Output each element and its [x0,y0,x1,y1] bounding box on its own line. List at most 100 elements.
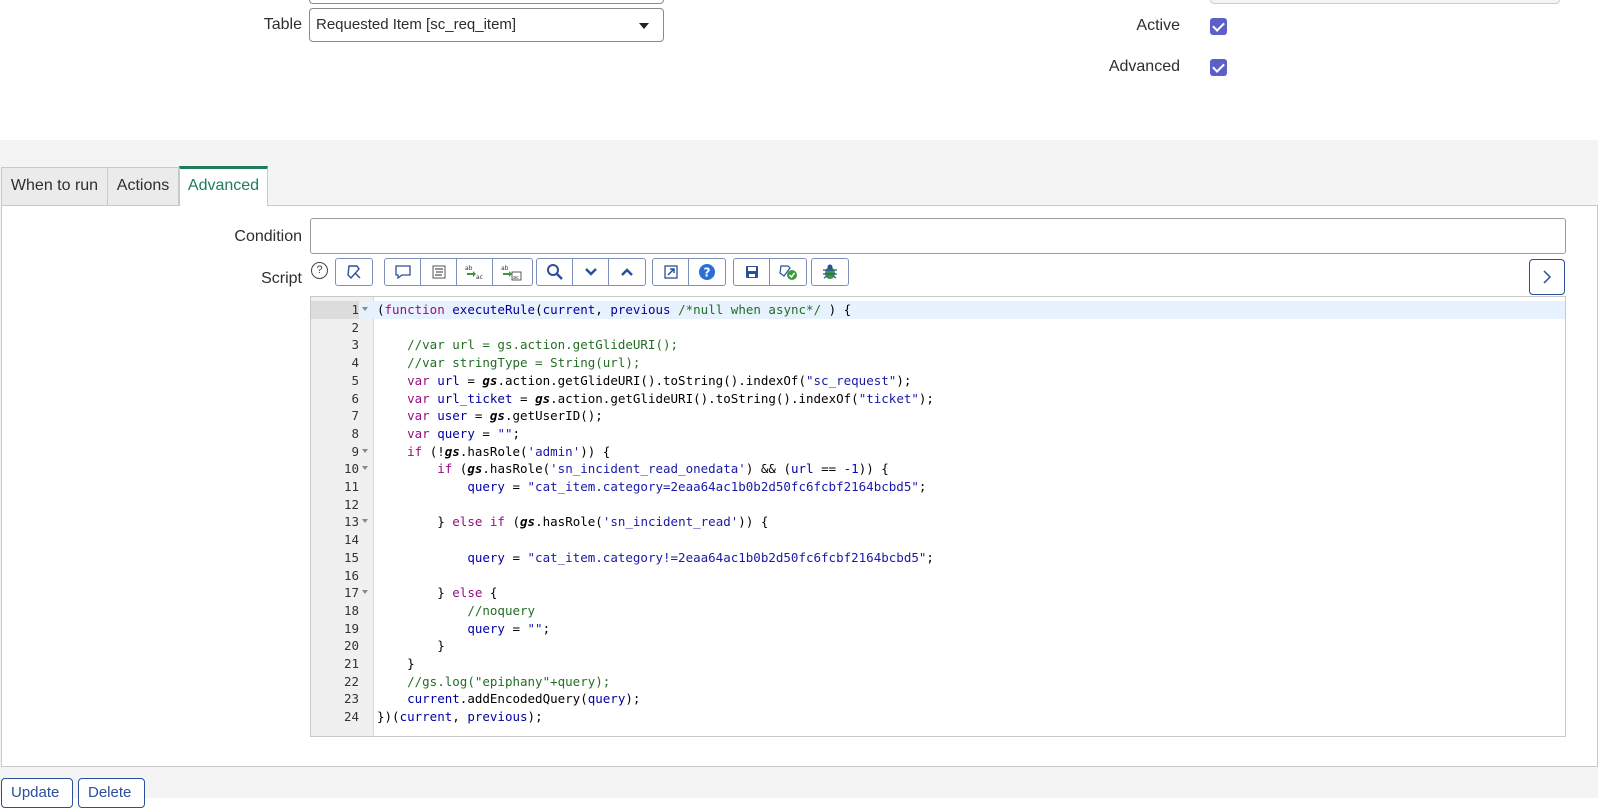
code-text: if (gs.hasRole('sn_incident_read_onedata… [437,461,889,477]
comment-icon[interactable] [385,259,421,285]
collapse-up-icon[interactable] [609,259,645,285]
code-line[interactable]: 14 [311,531,1565,549]
tab-when-to-run[interactable]: When to run [1,167,108,205]
table-label: Table [263,16,302,33]
search-icon[interactable] [537,259,573,285]
format-script-icon[interactable] [336,259,372,285]
line-number: 20 [343,638,359,654]
code-line[interactable]: 18 //noquery [311,602,1565,620]
field-above-table[interactable] [309,0,664,4]
svg-text:ab: ab [501,265,509,272]
code-line[interactable]: 13 } else if (gs.hasRole('sn_incident_re… [311,513,1565,531]
code-text: })(current, previous); [377,709,543,725]
table-select[interactable]: Requested Item [sc_req_item] [309,8,664,42]
code-line[interactable]: 20 } [311,637,1565,655]
advanced-label: Advanced [1108,58,1180,75]
form-header: Table Requested Item [sc_req_item] Activ… [0,0,1598,140]
code-line[interactable]: 1 (function executeRule(current, previous… [311,301,1565,319]
toolbar-group-4: ? [652,258,726,286]
debug-icon[interactable] [812,259,848,285]
code-line[interactable]: 17 } else { [311,584,1565,602]
tab-advanced[interactable]: Advanced [179,166,268,206]
code-text: (function executeRule(current, previous … [377,302,852,317]
line-number: 10 [343,461,359,477]
script-editor[interactable]: 1 (function executeRule(current, previous… [310,296,1566,737]
help-icon[interactable]: ? [689,259,725,285]
toolbar-group-5 [733,258,807,286]
line-number: 6 [351,390,359,406]
line-number: 24 [343,709,359,725]
field-above-active[interactable] [1210,0,1560,4]
check-syntax-icon[interactable] [770,259,806,285]
line-number: 3 [351,337,359,353]
line-number: 1 [311,301,359,319]
line-number: 14 [343,532,359,548]
expand-script-button[interactable] [1529,259,1565,295]
tab-actions[interactable]: Actions [107,167,179,205]
fold-arrow-icon[interactable] [362,466,368,471]
line-number: 8 [351,425,359,441]
code-text: } else { [377,585,498,601]
code-text: var query = ""; [407,425,521,441]
code-line[interactable]: 7 var user = gs.getUserID(); [311,407,1565,425]
line-number: 15 [343,549,359,565]
line-number: 2 [351,319,359,335]
delete-button[interactable]: Delete [78,778,145,808]
code-line[interactable]: 8 var query = ""; [311,425,1565,443]
condition-input[interactable] [310,218,1566,254]
code-line[interactable]: 3 //var url = gs.action.getGlideURI(); [311,336,1565,354]
code-text: //var url = gs.action.getGlideURI(); [407,337,679,353]
code-line[interactable]: 4 //var stringType = String(url); [311,354,1565,372]
code-line[interactable]: 2 [311,319,1565,337]
line-number: 17 [343,585,359,601]
toolbar-group-2: ab ac ab ac [384,258,533,286]
line-number: 12 [343,496,359,512]
code-text: } [377,656,415,671]
code-line[interactable]: 22 //gs.log("epiphany"+query); [311,673,1565,691]
advanced-checkbox[interactable] [1210,59,1227,76]
save-icon[interactable] [734,259,770,285]
code-line[interactable]: 5 var url = gs.action.getGlideURI().toSt… [311,372,1565,390]
fold-arrow-icon[interactable] [362,519,368,524]
code-line[interactable]: 15 query = "cat_item.category!=2eaa64ac1… [311,549,1565,567]
collapse-down-icon[interactable] [573,259,609,285]
fold-arrow-icon[interactable] [362,307,368,311]
help-icon[interactable]: ? [311,262,328,279]
code-line[interactable]: 10 if (gs.hasRole('sn_incident_read_oned… [311,460,1565,478]
code-line[interactable]: 11 query = "cat_item.category=2eaa64ac1b… [311,478,1565,496]
code-line[interactable]: 24 })(current, previous); [311,708,1565,726]
line-number: 11 [343,479,359,494]
fold-arrow-icon[interactable] [362,448,368,453]
code-line[interactable]: 9 if (!gs.hasRole('admin')) { [311,443,1565,461]
script-label: Script [261,270,302,287]
code-text: query = ""; [467,620,551,636]
format-code-icon[interactable] [421,259,457,285]
toolbar-group-3 [536,258,646,286]
line-number: 9 [351,443,359,459]
code-text: } else if (gs.hasRole('sn_incident_read'… [377,514,769,530]
code-text: //noquery [467,602,536,618]
replace-icon[interactable]: ab ac [457,259,493,285]
fold-arrow-icon[interactable] [362,590,368,595]
line-number: 19 [343,620,359,636]
code-text: //var stringType = String(url); [407,355,641,371]
fullscreen-icon[interactable] [653,259,689,285]
update-button[interactable]: Update [1,778,73,808]
svg-text:ac: ac [513,275,519,281]
line-number: 13 [343,514,359,530]
code-line[interactable]: 19 query = ""; [311,620,1565,638]
toolbar-group-1 [335,258,373,286]
code-text: current.addEncodedQuery(query); [407,691,641,707]
code-line[interactable]: 21 } [311,655,1565,673]
replace-all-icon[interactable]: ab ac [493,259,529,285]
line-number: 5 [351,372,359,388]
code-line[interactable]: 6 var url_ticket = gs.action.getGlideURI… [311,390,1565,408]
code-line[interactable]: 12 [311,496,1565,514]
code-text: if (!gs.hasRole('admin')) { [407,443,611,459]
svg-text:ac: ac [476,274,483,281]
line-number: 21 [343,656,359,671]
active-checkbox[interactable] [1210,18,1227,35]
code-line[interactable]: 23 current.addEncodedQuery(query); [311,690,1565,708]
code-line[interactable]: 16 [311,567,1565,585]
table-select-value: Requested Item [sc_req_item] [316,16,517,33]
